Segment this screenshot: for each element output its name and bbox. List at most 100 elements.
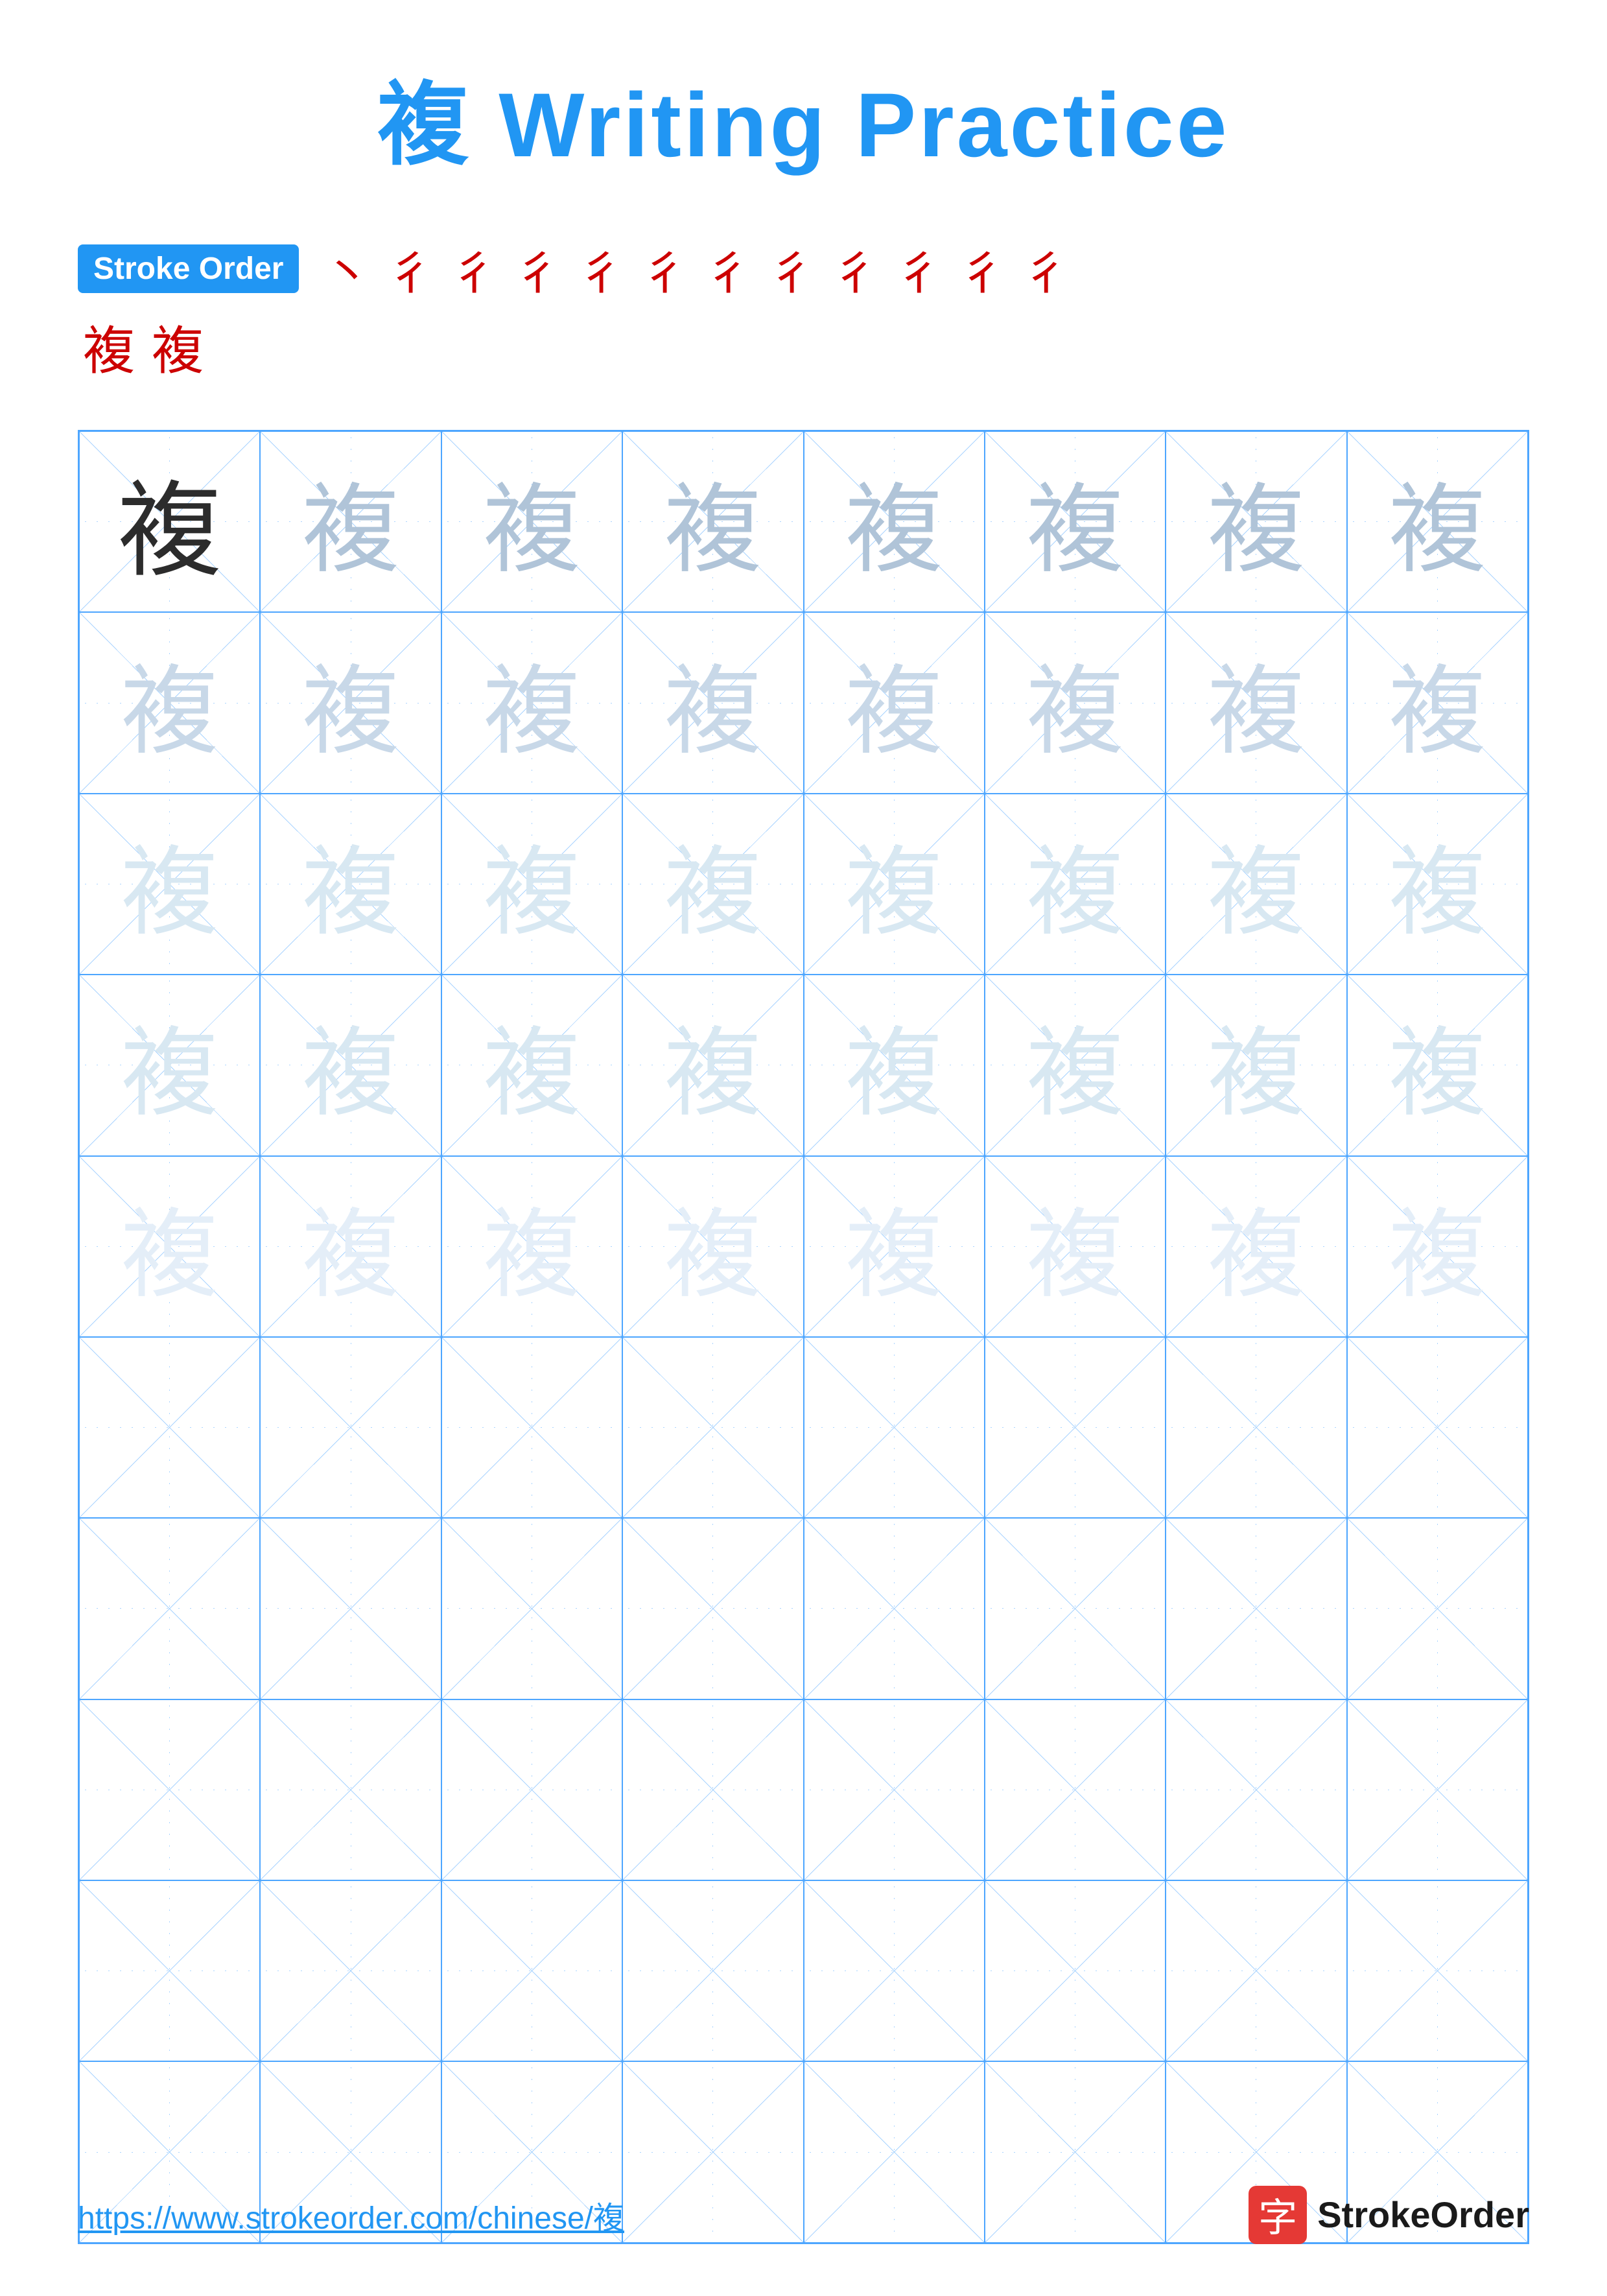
grid-cell: 複 bbox=[985, 431, 1166, 612]
practice-char: 複 bbox=[1208, 1176, 1305, 1317]
grid-cell: 複 bbox=[1347, 794, 1528, 975]
grid-cell-empty[interactable] bbox=[1347, 1699, 1528, 1880]
grid-cell-empty[interactable] bbox=[1166, 1880, 1346, 2061]
practice-char: 複 bbox=[664, 1176, 762, 1317]
grid-cell-empty[interactable] bbox=[622, 1699, 803, 1880]
footer: https://www.strokeorder.com/chinese/複 字 … bbox=[78, 2186, 1529, 2244]
page: 複 Writing Practice Stroke Order 丶 彳 彳 彳 … bbox=[0, 0, 1607, 2296]
grid-row-4: 複 複 複 複 複 複 複 複 bbox=[79, 975, 1528, 1155]
grid-cell-empty[interactable] bbox=[79, 1880, 260, 2061]
practice-char: 複 bbox=[845, 1176, 943, 1317]
grid-cell-empty[interactable] bbox=[804, 1880, 985, 2061]
grid-cell: 複 bbox=[622, 1156, 803, 1337]
grid-cell-empty[interactable] bbox=[622, 1880, 803, 2061]
grid-cell-empty[interactable] bbox=[985, 1518, 1166, 1699]
stroke-10: 彳 bbox=[896, 235, 943, 303]
practice-char: 複 bbox=[1027, 995, 1124, 1135]
grid-cell-empty[interactable] bbox=[804, 1699, 985, 1880]
grid-cell: 複 bbox=[622, 612, 803, 793]
grid-cell-empty[interactable] bbox=[1347, 1880, 1528, 2061]
grid-cell-empty[interactable] bbox=[260, 1518, 441, 1699]
grid-cell: 複 bbox=[1347, 612, 1528, 793]
grid-cell-empty[interactable] bbox=[79, 1337, 260, 1518]
grid-cell: 複 bbox=[1166, 794, 1346, 975]
stroke-14: 複 bbox=[152, 309, 204, 385]
practice-char: 複 bbox=[664, 995, 762, 1135]
practice-char: 複 bbox=[1389, 814, 1486, 954]
grid-cell-empty[interactable] bbox=[441, 1699, 622, 1880]
stroke-8: 彳 bbox=[769, 235, 815, 303]
grid-cell-empty[interactable] bbox=[985, 1699, 1166, 1880]
grid-cell-empty[interactable] bbox=[1166, 1699, 1346, 1880]
grid-cell: 複 bbox=[260, 431, 441, 612]
stroke-2: 彳 bbox=[387, 235, 434, 303]
practice-char: 複 bbox=[483, 633, 580, 774]
grid-cell-empty[interactable] bbox=[260, 1337, 441, 1518]
grid-cell-empty[interactable] bbox=[79, 1518, 260, 1699]
grid-cell-empty[interactable] bbox=[985, 1337, 1166, 1518]
grid-cell: 複 bbox=[260, 794, 441, 975]
grid-row-1: 複 複 複 複 複 複 複 複 bbox=[79, 431, 1528, 612]
grid-cell-empty[interactable] bbox=[1347, 1337, 1528, 1518]
page-title: 複 Writing Practice bbox=[377, 52, 1229, 183]
practice-char: 複 bbox=[1389, 633, 1486, 774]
stroke-4: 彳 bbox=[514, 235, 561, 303]
grid-cell-empty[interactable] bbox=[441, 1518, 622, 1699]
practice-char: 複 bbox=[302, 1176, 399, 1317]
grid-cell-empty[interactable] bbox=[1166, 1337, 1346, 1518]
grid-cell: 複 bbox=[985, 1156, 1166, 1337]
grid-cell-empty[interactable] bbox=[441, 1880, 622, 2061]
practice-char: 複 bbox=[1389, 995, 1486, 1135]
practice-char: 複 bbox=[118, 447, 222, 597]
practice-char: 複 bbox=[1208, 814, 1305, 954]
grid-cell-empty[interactable] bbox=[1347, 1518, 1528, 1699]
grid-cell-empty[interactable] bbox=[622, 1518, 803, 1699]
grid-cell-empty[interactable] bbox=[985, 1880, 1166, 2061]
grid-cell-empty[interactable] bbox=[804, 1518, 985, 1699]
grid-cell: 複 bbox=[441, 794, 622, 975]
stroke-1: 丶 bbox=[323, 235, 370, 303]
practice-char: 複 bbox=[121, 633, 218, 774]
grid-cell-empty[interactable] bbox=[622, 1337, 803, 1518]
practice-char: 複 bbox=[664, 451, 762, 592]
grid-cell: 複 bbox=[985, 612, 1166, 793]
stroke-order-row: Stroke Order 丶 彳 彳 彳 彳 彳 彳 彳 彳 彳 彳 彳 bbox=[78, 235, 1075, 303]
practice-char: 複 bbox=[845, 814, 943, 954]
stroke-5: 彳 bbox=[578, 235, 625, 303]
grid-cell-empty[interactable] bbox=[441, 1337, 622, 1518]
grid-cell: 複 bbox=[260, 612, 441, 793]
grid-row-8 bbox=[79, 1699, 1528, 1880]
grid-cell-empty[interactable] bbox=[79, 1699, 260, 1880]
grid-cell-empty[interactable] bbox=[804, 1337, 985, 1518]
practice-char: 複 bbox=[1208, 995, 1305, 1135]
grid-cell: 複 bbox=[441, 975, 622, 1155]
grid-cell: 複 bbox=[1347, 1156, 1528, 1337]
practice-char: 複 bbox=[845, 995, 943, 1135]
grid-cell: 複 bbox=[1166, 612, 1346, 793]
stroke-13: 複 bbox=[83, 309, 135, 385]
grid-cell: 複 bbox=[260, 1156, 441, 1337]
practice-char: 複 bbox=[845, 633, 943, 774]
grid-cell: 複 bbox=[79, 975, 260, 1155]
grid-cell-empty[interactable] bbox=[1166, 1518, 1346, 1699]
grid-cell: 複 bbox=[441, 612, 622, 793]
stroke-9: 彳 bbox=[832, 235, 879, 303]
grid-cell-empty[interactable] bbox=[260, 1699, 441, 1880]
footer-logo-text: StrokeOrder bbox=[1317, 2194, 1529, 2236]
grid-cell: 複 bbox=[1347, 975, 1528, 1155]
grid-cell: 複 bbox=[804, 1156, 985, 1337]
practice-char: 複 bbox=[1389, 451, 1486, 592]
grid-cell: 複 bbox=[79, 431, 260, 612]
grid-cell-empty[interactable] bbox=[260, 1880, 441, 2061]
grid-cell: 複 bbox=[1166, 431, 1346, 612]
practice-char: 複 bbox=[1027, 451, 1124, 592]
grid-row-5: 複 複 複 複 複 複 複 複 bbox=[79, 1156, 1528, 1337]
practice-char: 複 bbox=[1027, 1176, 1124, 1317]
grid-cell: 複 bbox=[441, 1156, 622, 1337]
stroke-order-badge: Stroke Order bbox=[78, 244, 299, 293]
grid-row-3: 複 複 複 複 複 複 複 複 bbox=[79, 794, 1528, 975]
grid-cell: 複 bbox=[804, 794, 985, 975]
footer-url[interactable]: https://www.strokeorder.com/chinese/複 bbox=[78, 2192, 624, 2238]
practice-grid: 複 複 複 複 複 複 複 複 複 複 複 複 複 複 複 複 複 複 複 複 … bbox=[78, 430, 1529, 2244]
practice-char: 複 bbox=[1389, 1176, 1486, 1317]
